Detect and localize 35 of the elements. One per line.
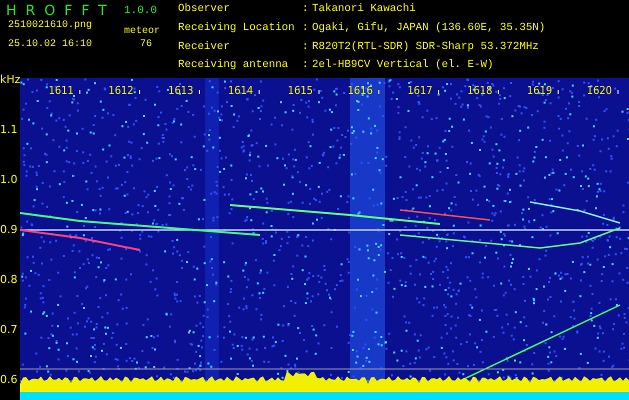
info-label: Receiver: [178, 40, 231, 54]
file-name: 2510021610.png: [8, 20, 92, 31]
x-tick-label: 1619: [526, 84, 552, 97]
y-tick-label: 0.6: [0, 372, 18, 386]
x-tick-label: 1615: [288, 84, 313, 97]
counter-label: meteor: [124, 26, 160, 37]
timestamp: 25.10.02 16:10: [8, 39, 92, 50]
x-tick-label: 1611: [48, 84, 74, 97]
version-label: 1.0.0: [124, 5, 158, 17]
info-value: Ogaki, Gifu, JAPAN (136.60E, 35.35N): [312, 22, 546, 36]
colon-separator: :: [302, 3, 310, 17]
x-tick-label: 1614: [228, 84, 254, 97]
x-tick-label: 1617: [407, 84, 433, 97]
x-tick-label: 1616: [348, 84, 373, 97]
y-tick-label: 0.8: [0, 272, 18, 286]
info-label: Observer: [178, 3, 231, 17]
x-tick-label: 1612: [108, 84, 134, 97]
counter-value: 76: [140, 39, 152, 50]
y-tick-label: 1.1: [0, 122, 18, 136]
y-tick-label: 0.7: [0, 322, 18, 336]
app-title: HROFFT: [6, 3, 116, 19]
info-value: R820T2(RTL-SDR) SDR-Sharp 53.372MHz: [312, 40, 540, 54]
info-value: 2el-HB9CV Vertical (el. E-W): [312, 59, 494, 74]
colon-separator: :: [302, 40, 310, 54]
x-tick-label: 1613: [168, 84, 194, 97]
y-tick-label: 1.0: [0, 172, 18, 186]
info-label: Receiving antenna: [178, 59, 290, 74]
axis-unit: kHz: [0, 73, 20, 86]
x-tick-label: 1620: [586, 84, 612, 97]
x-tick-label: 1618: [467, 84, 492, 97]
colon-separator: :: [302, 59, 310, 74]
info-value: Takanori Kawachi: [312, 3, 417, 17]
y-tick-label: 0.9: [0, 222, 18, 236]
info-label: Receiving Location: [178, 22, 296, 36]
colon-separator: :: [302, 22, 310, 36]
